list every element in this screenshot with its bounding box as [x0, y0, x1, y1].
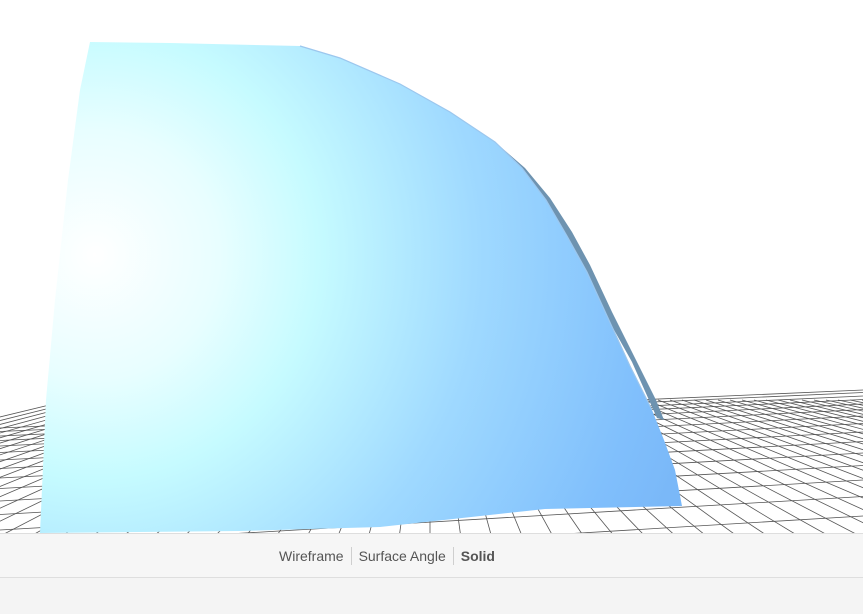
- render-mode-toolbar: Wireframe Surface Angle Solid: [0, 533, 863, 578]
- scene: [0, 42, 863, 533]
- solid-mode-button[interactable]: Solid: [454, 547, 502, 565]
- surface-angle-mode-button[interactable]: Surface Angle: [352, 547, 453, 565]
- model-solid: [40, 42, 682, 533]
- model-surface: [40, 42, 682, 533]
- render-mode-list: Wireframe Surface Angle Solid: [272, 534, 502, 577]
- footer-bar: [0, 578, 863, 614]
- wireframe-mode-button[interactable]: Wireframe: [272, 547, 351, 565]
- 3d-viewport[interactable]: [0, 0, 863, 533]
- grid-line: [669, 399, 863, 471]
